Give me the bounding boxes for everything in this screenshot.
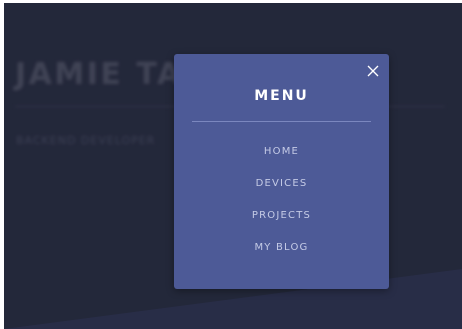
menu-item-projects[interactable]: PROJECTS (174, 206, 389, 238)
menu-item-home[interactable]: HOME (174, 142, 389, 174)
menu-item-devices[interactable]: DEVICES (174, 174, 389, 206)
menu-modal: MENU HOME DEVICES PROJECTS MY BLOG (174, 54, 389, 289)
app-screen: JAMIE TAN BACKEND DEVELOPER MENU HOME DE… (4, 3, 462, 329)
close-button[interactable] (365, 63, 381, 79)
close-icon (367, 65, 379, 77)
menu-item-my-blog[interactable]: MY BLOG (174, 238, 389, 270)
menu-list: HOME DEVICES PROJECTS MY BLOG (174, 142, 389, 270)
menu-title: MENU (254, 88, 309, 104)
menu-divider (192, 121, 371, 122)
